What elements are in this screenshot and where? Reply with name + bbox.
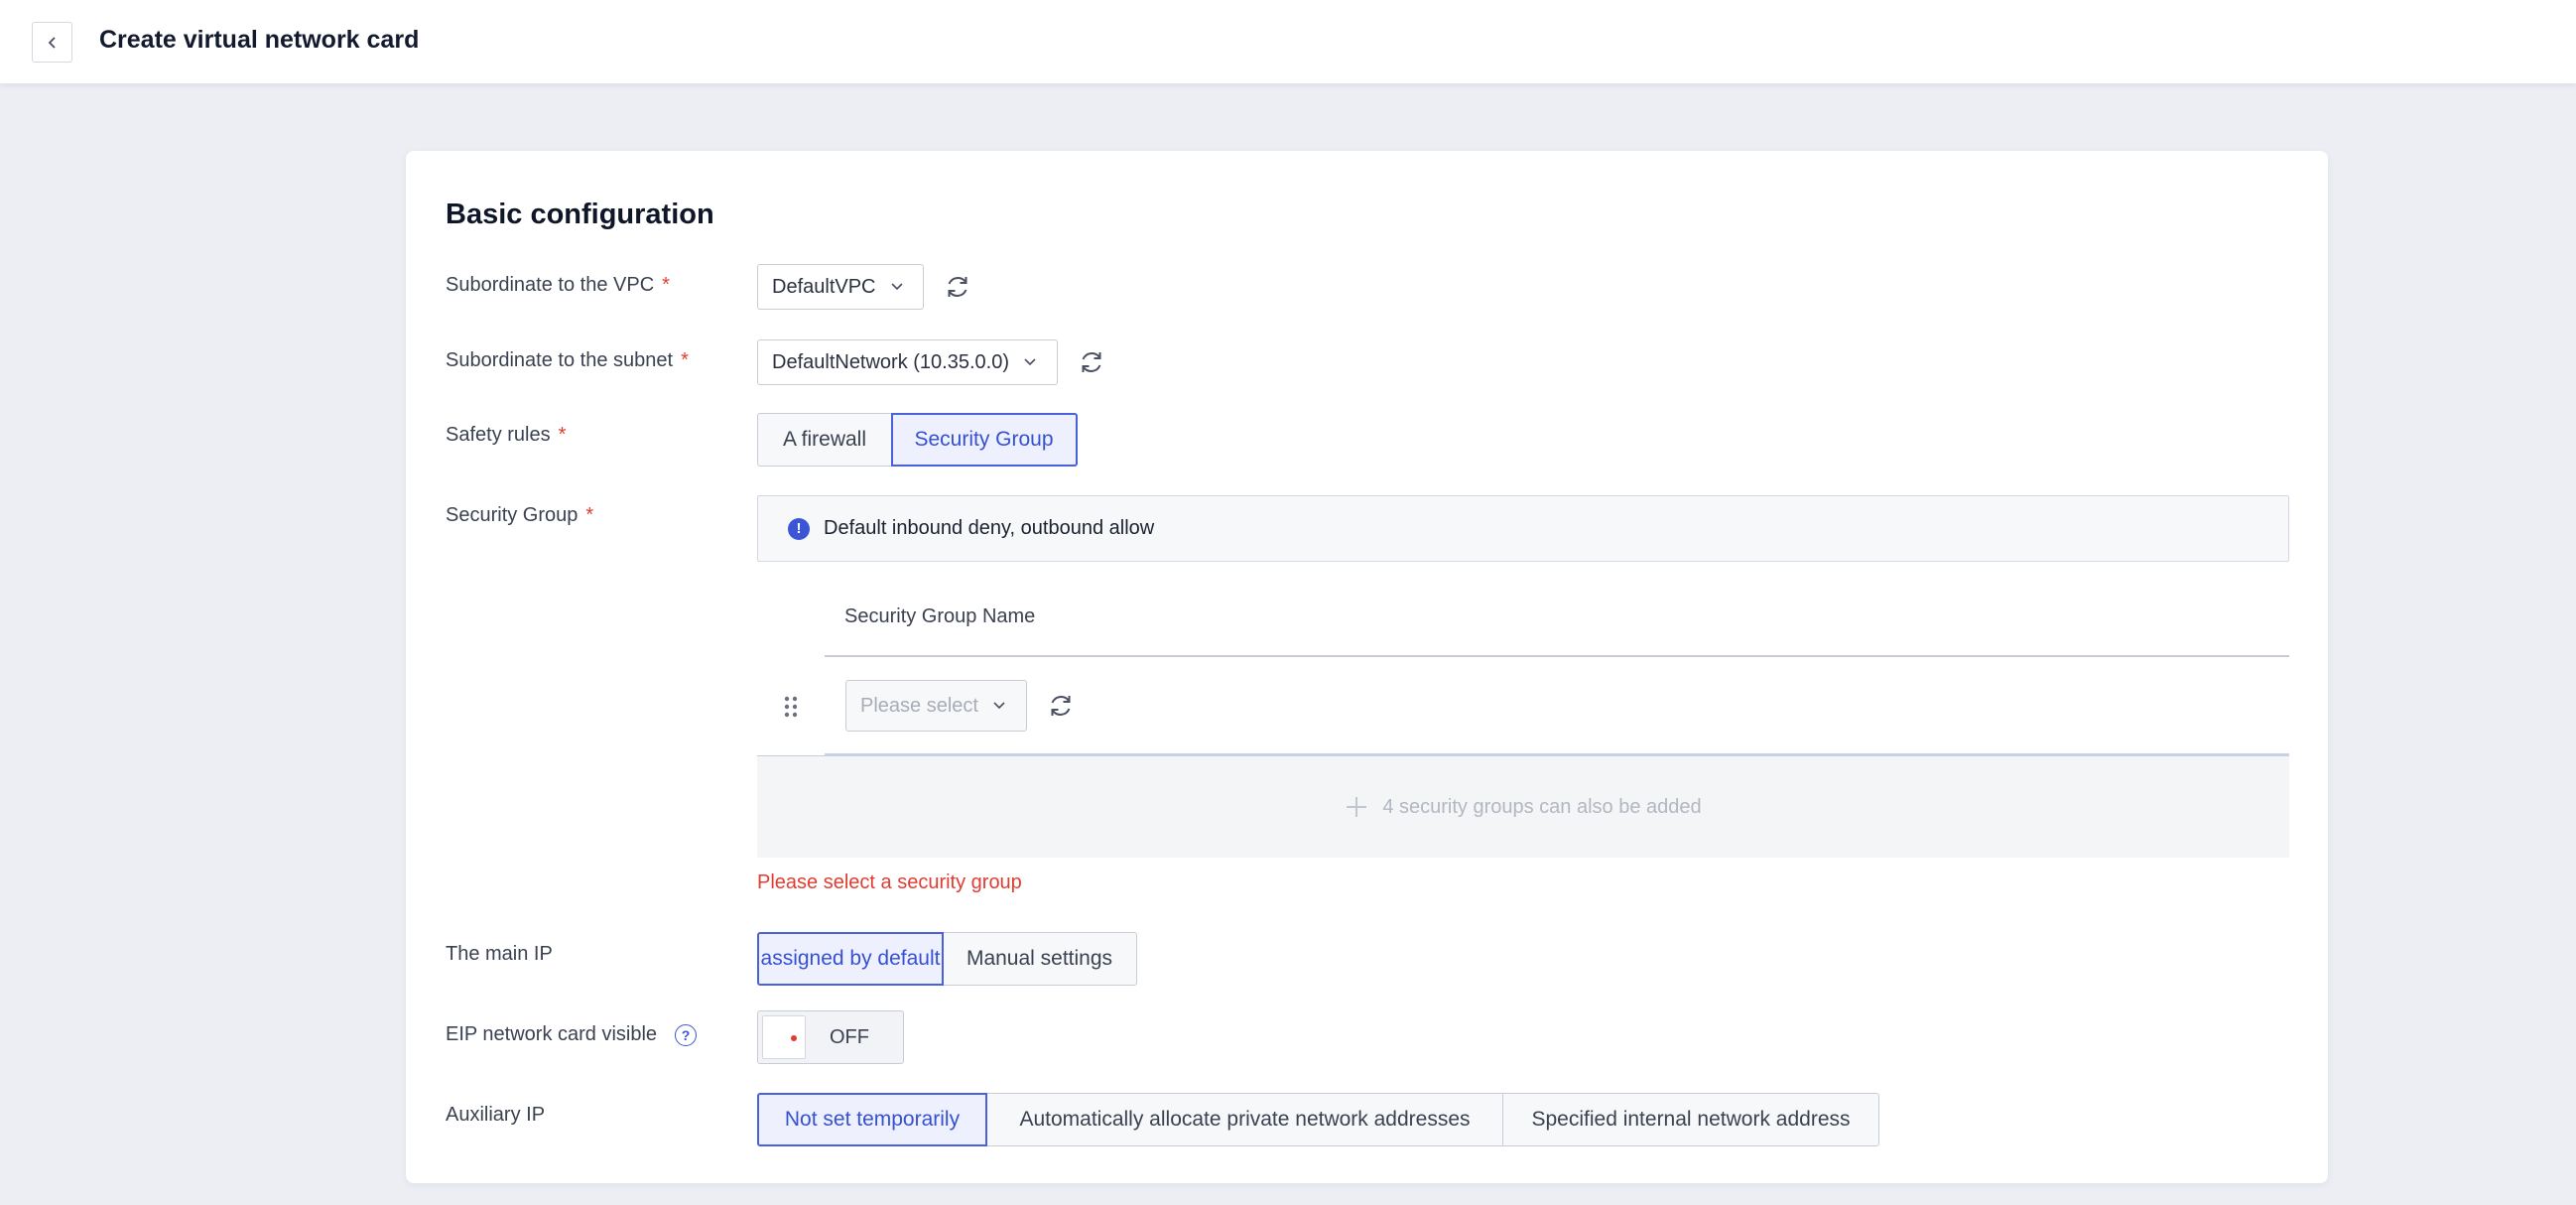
info-icon: ! bbox=[788, 517, 810, 540]
plus-icon bbox=[1347, 797, 1367, 817]
chevron-down-icon bbox=[1024, 358, 1036, 366]
back-button[interactable] bbox=[32, 22, 72, 63]
vpc-refresh-button[interactable] bbox=[942, 271, 973, 303]
security-group-table-header: Security Group Name bbox=[825, 600, 2289, 657]
auxiliary-ip-segmented: Not set temporarily Automatically alloca… bbox=[757, 1093, 1879, 1146]
refresh-icon bbox=[1051, 696, 1071, 716]
eip-visible-label: EIP network card visible ? bbox=[446, 1023, 698, 1046]
toggle-state: OFF bbox=[830, 1025, 869, 1048]
safety-rule-firewall-option[interactable]: A firewall bbox=[757, 413, 892, 467]
security-group-error: Please select a security group bbox=[757, 871, 1022, 893]
vpc-label: Subordinate to the VPC * bbox=[446, 274, 670, 296]
section-title: Basic configuration bbox=[446, 199, 714, 230]
refresh-icon bbox=[1082, 352, 1101, 372]
chevron-left-icon bbox=[48, 36, 56, 49]
vpc-select[interactable]: DefaultVPC bbox=[757, 264, 924, 310]
basic-config-card: Basic configuration Subordinate to the V… bbox=[406, 151, 2328, 1183]
eip-visible-toggle[interactable]: OFF bbox=[757, 1010, 904, 1064]
auxiliary-ip-auto-option[interactable]: Automatically allocate private network a… bbox=[985, 1093, 1504, 1146]
column-header-security-group-name: Security Group Name bbox=[844, 605, 1036, 627]
safety-rules-label: Safety rules * bbox=[446, 424, 567, 446]
refresh-icon bbox=[948, 277, 967, 297]
toggle-knob bbox=[762, 1015, 806, 1059]
main-ip-label: The main IP bbox=[446, 943, 553, 965]
add-security-group-button[interactable]: 4 security groups can also be added bbox=[757, 756, 2289, 858]
page-title: Create virtual network card bbox=[99, 26, 420, 54]
auxiliary-ip-not-set-option[interactable]: Not set temporarily bbox=[757, 1093, 987, 1146]
safety-rule-security-group-option[interactable]: Security Group bbox=[890, 413, 1078, 467]
security-group-label: Security Group * bbox=[446, 504, 594, 526]
main-ip-segmented: assigned by default Manual settings bbox=[757, 932, 1137, 986]
chevron-down-icon bbox=[890, 283, 903, 291]
help-icon[interactable]: ? bbox=[675, 1023, 698, 1046]
required-mark: * bbox=[662, 274, 670, 296]
auxiliary-ip-label: Auxiliary IP bbox=[446, 1104, 546, 1126]
security-group-select[interactable]: Please select bbox=[845, 680, 1027, 732]
safety-rules-segmented: A firewall Security Group bbox=[757, 413, 1078, 467]
drag-handle[interactable] bbox=[757, 657, 825, 756]
chevron-down-icon bbox=[993, 702, 1005, 710]
subnet-label: Subordinate to the subnet * bbox=[446, 349, 689, 371]
main-ip-default-option[interactable]: assigned by default bbox=[757, 932, 944, 986]
required-mark: * bbox=[681, 349, 689, 371]
security-group-notice: ! Default inbound deny, outbound allow bbox=[757, 495, 2289, 562]
required-mark: * bbox=[558, 424, 567, 446]
drag-icon bbox=[784, 696, 798, 717]
top-bar: Create virtual network card bbox=[0, 0, 2576, 83]
main-ip-manual-option[interactable]: Manual settings bbox=[942, 932, 1137, 986]
required-mark: * bbox=[585, 504, 594, 526]
security-group-refresh-button[interactable] bbox=[1045, 690, 1077, 722]
subnet-refresh-button[interactable] bbox=[1076, 346, 1107, 378]
auxiliary-ip-specified-option[interactable]: Specified internal network address bbox=[1502, 1093, 1879, 1146]
subnet-select[interactable]: DefaultNetwork (10.35.0.0) bbox=[757, 339, 1058, 385]
